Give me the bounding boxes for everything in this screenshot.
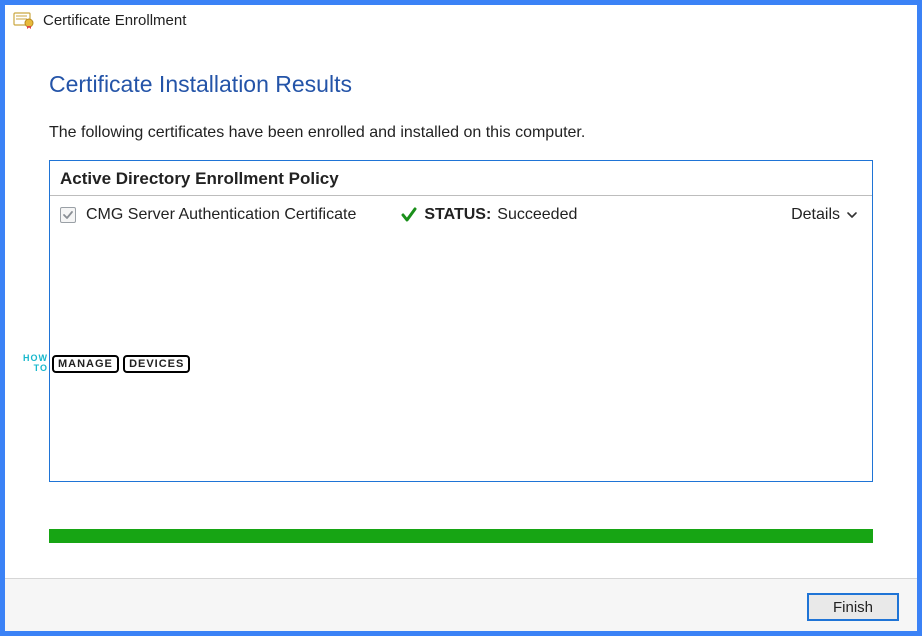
chevron-down-icon xyxy=(846,209,858,221)
certificate-icon xyxy=(13,11,35,29)
certificate-checkbox[interactable] xyxy=(60,207,76,223)
details-label: Details xyxy=(791,206,840,224)
dialog-footer: Finish xyxy=(5,578,917,631)
status-label: STATUS: xyxy=(424,206,491,224)
progress-bar xyxy=(49,529,873,543)
success-check-icon xyxy=(400,206,418,224)
title-bar: Certificate Enrollment xyxy=(5,5,917,35)
policy-box: Active Directory Enrollment Policy CMG S… xyxy=(49,160,873,482)
status-value: Succeeded xyxy=(497,206,577,224)
status-area: STATUS: Succeeded xyxy=(400,206,577,224)
finish-button[interactable]: Finish xyxy=(807,593,899,621)
content-area: Certificate Installation Results The fol… xyxy=(5,35,917,517)
details-toggle[interactable]: Details xyxy=(791,206,858,224)
page-heading: Certificate Installation Results xyxy=(49,71,873,98)
policy-header: Active Directory Enrollment Policy xyxy=(50,161,872,196)
page-subtext: The following certificates have been enr… xyxy=(49,124,873,142)
dialog-window: Certificate Enrollment Certificate Insta… xyxy=(0,0,922,636)
certificate-row: CMG Server Authentication Certificate ST… xyxy=(50,196,872,232)
certificate-name: CMG Server Authentication Certificate xyxy=(86,206,356,224)
window-title: Certificate Enrollment xyxy=(43,12,186,29)
